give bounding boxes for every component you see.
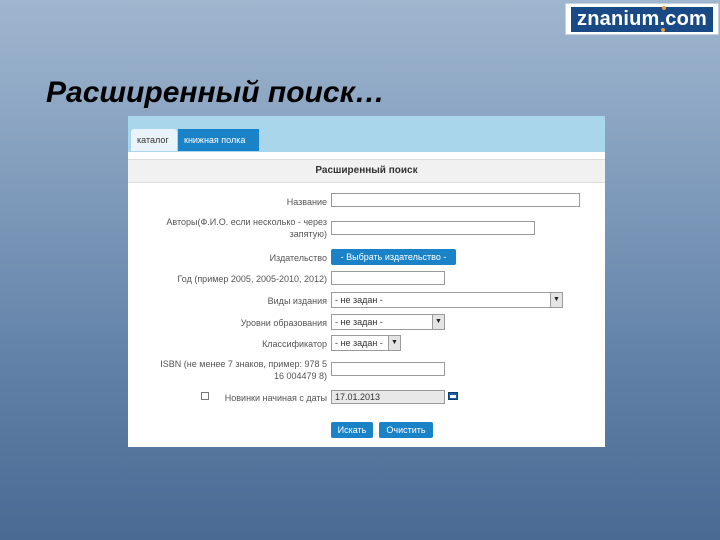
select-publisher-button[interactable]: - Выбрать издательство - xyxy=(331,249,456,265)
tab-bar: каталог книжная полка xyxy=(128,116,605,152)
education-level-select[interactable]: - не задан - ▼ xyxy=(331,314,445,330)
classifier-label: Классификатор xyxy=(262,339,327,349)
year-input[interactable] xyxy=(331,271,445,285)
edition-types-label: Виды издания xyxy=(267,296,327,306)
new-since-label: Новинки начиная с даты xyxy=(224,393,327,403)
edition-types-select[interactable]: - не задан - ▼ xyxy=(331,292,563,308)
education-level-value: - не задан - xyxy=(335,317,383,327)
chevron-down-icon[interactable]: ▼ xyxy=(550,293,562,307)
chevron-down-icon[interactable]: ▼ xyxy=(388,336,400,350)
tab-bookshelf[interactable]: книжная полка xyxy=(178,129,259,151)
classifier-select[interactable]: - не задан - ▼ xyxy=(331,335,401,351)
logo-text: znanium.com xyxy=(571,6,713,32)
education-level-label: Уровни образования xyxy=(240,318,327,328)
search-panel: каталог книжная полка Расширенный поиск … xyxy=(128,116,605,447)
isbn-label-line2: 16 004479 8) xyxy=(273,371,327,381)
logo-dot-bottom xyxy=(661,28,665,32)
authors-input[interactable] xyxy=(331,221,535,235)
form-title: Расширенный поиск xyxy=(128,159,605,183)
isbn-label: ISBN (не менее 7 знаков, пример: 978 5 1… xyxy=(160,358,327,382)
name-label: Название xyxy=(286,197,327,207)
authors-label-line2: запятую) xyxy=(289,229,327,239)
search-button[interactable]: Искать xyxy=(331,422,373,438)
tab-catalog[interactable]: каталог xyxy=(131,129,177,151)
calendar-icon[interactable] xyxy=(448,392,458,400)
slide-title: Расширенный поиск… xyxy=(46,76,385,109)
authors-label-line1: Авторы(Ф.И.О. если несколько - через xyxy=(166,217,327,227)
logo-dot-top xyxy=(662,6,666,10)
clear-button[interactable]: Очистить xyxy=(379,422,433,438)
new-since-checkbox[interactable] xyxy=(201,392,209,400)
new-since-date-input[interactable]: 17.01.2013 xyxy=(331,390,445,404)
classifier-value: - не задан - xyxy=(335,338,383,348)
isbn-input[interactable] xyxy=(331,362,445,376)
publisher-label: Издательство xyxy=(269,253,327,263)
isbn-label-line1: ISBN (не менее 7 знаков, пример: 978 5 xyxy=(160,359,327,369)
name-input[interactable] xyxy=(331,193,580,207)
chevron-down-icon[interactable]: ▼ xyxy=(432,315,444,329)
year-label: Год (пример 2005, 2005-2010, 2012) xyxy=(177,274,327,284)
authors-label: Авторы(Ф.И.О. если несколько - через зап… xyxy=(166,216,327,240)
edition-types-value: - не задан - xyxy=(335,295,383,305)
znanium-logo[interactable]: znanium.com xyxy=(565,3,719,35)
